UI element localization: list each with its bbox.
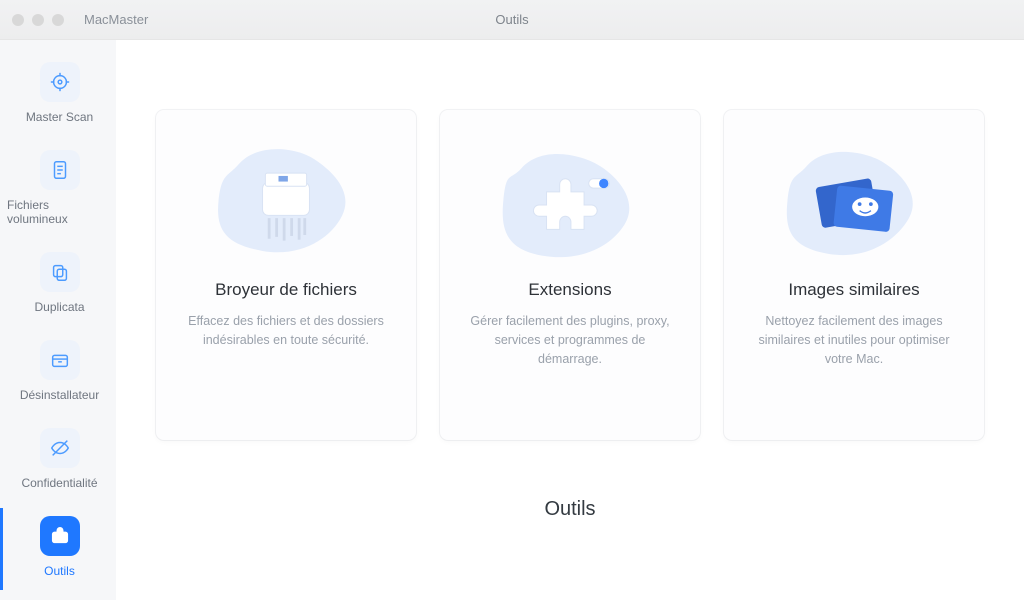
toolbox-icon — [49, 525, 71, 547]
eye-off-icon — [49, 437, 71, 459]
crosshair-icon — [49, 71, 71, 93]
sidebar-item-duplicates[interactable]: Duplicata — [0, 244, 116, 326]
sidebar-item-label: Fichiers volumineux — [7, 198, 112, 226]
close-window-icon[interactable] — [12, 14, 24, 26]
sidebar-item-uninstaller[interactable]: Désinstallateur — [0, 332, 116, 414]
titlebar: MacMaster Outils — [0, 0, 1024, 40]
sidebar-item-label: Master Scan — [26, 110, 93, 124]
card-title: Broyeur de fichiers — [215, 280, 357, 300]
zoom-window-icon[interactable] — [52, 14, 64, 26]
card-desc: Nettoyez facilement des images similaire… — [746, 312, 962, 368]
sidebar-item-label: Désinstallateur — [20, 388, 99, 402]
extensions-illustration — [490, 140, 650, 270]
minimize-window-icon[interactable] — [32, 14, 44, 26]
images-illustration — [774, 140, 934, 270]
card-file-shredder[interactable]: Broyeur de fichiers Effacez des fichiers… — [156, 110, 416, 440]
card-extensions[interactable]: Extensions Gérer facilement des plugins,… — [440, 110, 700, 440]
card-similar-images[interactable]: Images similaires Nettoyez facilement de… — [724, 110, 984, 440]
sidebar-item-label: Confidentialité — [21, 476, 97, 490]
card-title: Extensions — [528, 280, 611, 300]
sidebar-item-large-files[interactable]: Fichiers volumineux — [0, 142, 116, 238]
shredder-illustration — [206, 140, 366, 270]
card-title: Images similaires — [788, 280, 919, 300]
sidebar-item-tools[interactable]: Outils — [0, 508, 116, 590]
archive-icon — [49, 349, 71, 371]
sidebar-item-master-scan[interactable]: Master Scan — [0, 54, 116, 136]
sidebar-item-label: Outils — [44, 564, 75, 578]
sidebar: Master Scan Fichiers volumineux Duplicat… — [0, 40, 116, 600]
app-name: MacMaster — [84, 12, 148, 27]
window-controls — [12, 14, 64, 26]
sidebar-item-privacy[interactable]: Confidentialité — [0, 420, 116, 502]
section-title: Outils — [544, 498, 595, 521]
tools-cards: Broyeur de fichiers Effacez des fichiers… — [156, 110, 984, 440]
main-content: Broyeur de fichiers Effacez des fichiers… — [116, 40, 1024, 600]
copy-icon — [49, 261, 71, 283]
card-desc: Gérer facilement des plugins, proxy, ser… — [462, 312, 678, 368]
window-title: Outils — [0, 12, 1024, 27]
file-icon — [49, 159, 71, 181]
sidebar-item-label: Duplicata — [34, 300, 84, 314]
card-desc: Effacez des fichiers et des dossiers ind… — [178, 312, 394, 350]
